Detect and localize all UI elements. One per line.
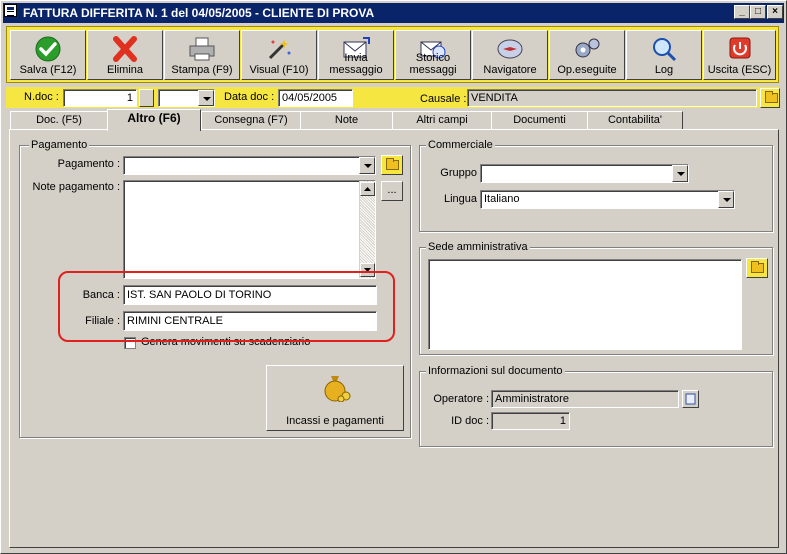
note-pagamento-textarea[interactable] <box>123 180 376 279</box>
datadoc-label: Data doc : <box>224 91 275 103</box>
visual-button[interactable]: Visual (F10) <box>241 30 317 80</box>
gruppo-label: Gruppo <box>440 167 477 179</box>
red-x-icon <box>113 36 137 62</box>
commerciale-group <box>419 145 773 232</box>
sede-amministrativa-group-label: Sede amministrativa <box>426 241 530 253</box>
close-button[interactable]: × <box>767 5 783 19</box>
message-history-button[interactable]: Storico messaggi <box>395 30 471 80</box>
tab-altri-campi[interactable]: Altri campi <box>392 111 492 130</box>
save-button[interactable]: Salva (F12) <box>10 30 86 80</box>
document-header-bar: N.doc : 1 Data doc : 04/05/2005 Causale … <box>6 87 780 108</box>
money-bag-icon <box>324 376 351 402</box>
gruppo-dropdown[interactable] <box>672 165 688 182</box>
send-message-button[interactable]: Invia messaggio <box>318 30 394 80</box>
tab-contabilita[interactable]: Contabilita' <box>587 111 683 130</box>
gruppo-select[interactable] <box>480 164 689 183</box>
power-icon <box>729 37 750 59</box>
pagamento-lookup-button[interactable] <box>381 155 403 175</box>
iddoc-label: ID doc : <box>451 415 489 427</box>
info-documento-group-label: Informazioni sul documento <box>426 365 565 377</box>
sede-amministrativa-textarea[interactable] <box>428 259 742 350</box>
compass-icon <box>497 39 523 59</box>
main-toolbar: Salva (F12) Elimina Stampa (F9) Visual (… <box>6 26 779 83</box>
exit-button[interactable]: Uscita (ESC) <box>703 30 776 80</box>
note-ellipsis-button[interactable]: ... <box>381 181 403 201</box>
commerciale-group-label: Commerciale <box>426 139 495 151</box>
tab-consegna[interactable]: Consegna (F7) <box>201 111 301 130</box>
log-button[interactable]: Log <box>626 30 702 80</box>
navigator-button[interactable]: Navigatore <box>472 30 548 80</box>
operatore-field[interactable]: Amministratore <box>491 390 679 408</box>
op-eseguite-button[interactable]: Op.eseguite <box>549 30 625 80</box>
ndoc-label: N.doc : <box>24 91 59 103</box>
magic-wand-icon <box>268 39 291 60</box>
folder-icon <box>765 91 778 103</box>
causale-field[interactable]: VENDITA <box>467 89 757 107</box>
tab-altro[interactable]: Altro (F6) <box>107 109 201 131</box>
check-icon <box>35 36 61 62</box>
magnifier-book-icon <box>653 38 677 62</box>
causale-lookup-button[interactable] <box>760 88 780 108</box>
print-button[interactable]: Stampa (F9) <box>164 30 240 80</box>
document-icon <box>685 393 696 405</box>
folder-icon <box>751 261 764 273</box>
lingua-label: Lingua <box>443 193 477 205</box>
pagamento-dropdown[interactable] <box>359 157 375 174</box>
iddoc-field[interactable]: 1 <box>491 412 570 430</box>
app-icon <box>4 4 17 17</box>
printer-icon <box>189 37 215 61</box>
minimize-button[interactable]: _ <box>734 5 750 19</box>
sede-lookup-button[interactable] <box>746 258 768 278</box>
highlight-annotation <box>58 271 395 342</box>
causale-label: Causale : <box>420 93 467 105</box>
folder-icon <box>386 158 399 170</box>
incassi-pagamenti-button[interactable]: Incassi e pagamenti <box>266 365 404 431</box>
delete-button[interactable]: Elimina <box>87 30 163 80</box>
tab-note[interactable]: Note <box>300 111 393 130</box>
ndoc-input[interactable]: 1 <box>63 89 137 107</box>
note-pagamento-label: Note pagamento : <box>32 181 120 193</box>
pagamento-select[interactable] <box>123 156 376 175</box>
invoice-window: FATTURA DIFFERITA N. 1 del 04/05/2005 - … <box>0 0 787 554</box>
datadoc-input[interactable]: 04/05/2005 <box>278 89 353 107</box>
maximize-button[interactable]: □ <box>750 5 766 19</box>
tab-doc[interactable]: Doc. (F5) <box>10 111 108 130</box>
operatore-lookup-button[interactable] <box>682 390 699 408</box>
scroll-up-button[interactable] <box>360 182 375 196</box>
ndoc-spin-button[interactable] <box>139 89 154 107</box>
window-title: FATTURA DIFFERITA N. 1 del 04/05/2005 - … <box>23 6 375 20</box>
info-documento-group <box>419 371 773 447</box>
tab-documenti[interactable]: Documenti <box>491 111 588 130</box>
title-bar: FATTURA DIFFERITA N. 1 del 04/05/2005 - … <box>3 3 784 23</box>
ndoc-series-dropdown[interactable] <box>198 90 214 106</box>
operatore-label: Operatore : <box>433 393 489 405</box>
lingua-select[interactable]: Italiano <box>480 190 735 209</box>
pagamento-label: Pagamento : <box>57 158 120 170</box>
arrow-up-icon <box>364 187 371 191</box>
pagamento-group-label: Pagamento <box>29 139 90 151</box>
lingua-dropdown[interactable] <box>718 191 734 208</box>
gears-icon <box>575 38 600 58</box>
